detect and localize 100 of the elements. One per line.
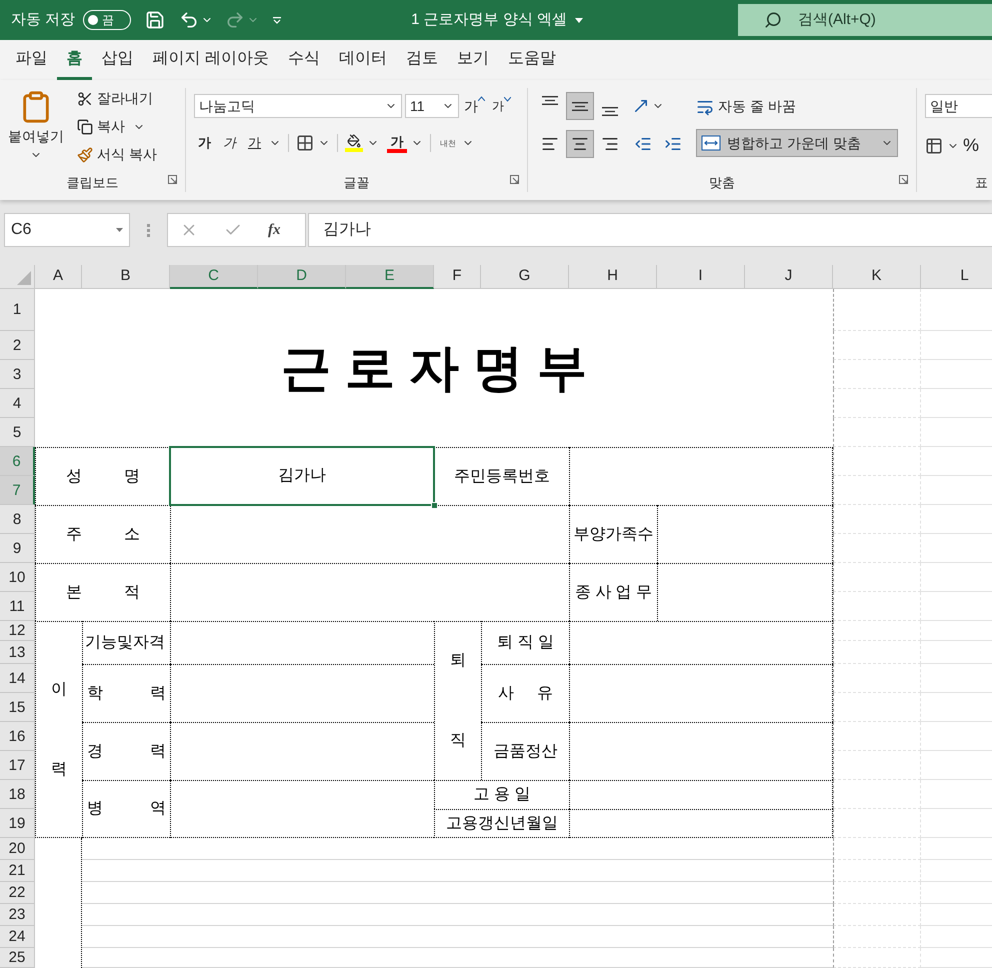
- table-cell[interactable]: [170, 505, 569, 563]
- table-cell[interactable]: [170, 563, 569, 621]
- column-header[interactable]: E: [346, 265, 434, 289]
- font-name-field[interactable]: 나눔고딕: [194, 94, 402, 118]
- row-header[interactable]: 8: [0, 505, 35, 534]
- dialog-launcher-icon[interactable]: [899, 175, 908, 184]
- file-title[interactable]: 1 근로자명부 양식 엑셀: [411, 8, 584, 32]
- format-painter-button[interactable]: 서식 복사: [77, 144, 157, 165]
- table-cell[interactable]: 금품정산: [481, 722, 569, 780]
- column-header[interactable]: L: [921, 265, 992, 289]
- ribbon-tab[interactable]: 파일: [6, 40, 57, 80]
- select-all-button[interactable]: [0, 265, 35, 289]
- table-cell[interactable]: [569, 780, 833, 809]
- table-cell[interactable]: [569, 809, 833, 838]
- insert-function-button[interactable]: fx: [268, 218, 280, 242]
- row-header[interactable]: 4: [0, 389, 35, 418]
- table-cell[interactable]: 본 적: [35, 563, 170, 621]
- increase-indent-icon[interactable]: [664, 135, 682, 153]
- table-cell[interactable]: 종 사 업 무: [569, 563, 657, 621]
- column-header[interactable]: D: [258, 265, 346, 289]
- shrink-font-button[interactable]: 가: [492, 97, 511, 115]
- row-header[interactable]: 1: [0, 289, 35, 331]
- row-header[interactable]: 18: [0, 780, 35, 809]
- ribbon-tab[interactable]: 도움말: [498, 40, 566, 80]
- fill-color-button[interactable]: [345, 134, 363, 152]
- row-header[interactable]: 23: [0, 904, 35, 926]
- row-header[interactable]: 10: [0, 563, 35, 592]
- autosave-toggle[interactable]: 끔: [83, 10, 132, 30]
- table-cell[interactable]: 고용갱신년월일: [434, 809, 569, 838]
- wrap-text-button[interactable]: 자동 줄 바꿈: [696, 96, 898, 117]
- decrease-indent-icon[interactable]: [634, 135, 652, 153]
- table-cell[interactable]: 퇴직: [434, 621, 481, 780]
- row-header[interactable]: 25: [0, 948, 35, 968]
- search-field[interactable]: 검색(Alt+Q): [738, 4, 992, 36]
- table-cell[interactable]: 기능및자격: [82, 621, 170, 664]
- ribbon-tab[interactable]: 페이지 레이아웃: [143, 40, 278, 80]
- vertical-align-button[interactable]: [566, 92, 594, 120]
- row-header[interactable]: 6: [0, 447, 35, 476]
- table-cell[interactable]: 고 용 일: [434, 780, 569, 809]
- copy-button[interactable]: 복사: [77, 116, 125, 137]
- table-cell[interactable]: 병 역: [82, 780, 170, 838]
- column-header[interactable]: C: [170, 265, 258, 289]
- row-header[interactable]: 2: [0, 331, 35, 360]
- table-cell[interactable]: [569, 621, 833, 664]
- merge-center-button[interactable]: 병합하고 가운데 맞춤: [696, 129, 898, 157]
- percent-button[interactable]: %: [963, 132, 980, 159]
- diagonal-arrow-icon[interactable]: [632, 97, 650, 115]
- column-header[interactable]: A: [35, 265, 82, 289]
- table-cell[interactable]: [569, 722, 833, 780]
- table-cell[interactable]: 경 력: [82, 722, 170, 780]
- row-header[interactable]: 20: [0, 838, 35, 860]
- table-cell[interactable]: 학 력: [82, 664, 170, 722]
- row-header[interactable]: 5: [0, 418, 35, 447]
- table-cell[interactable]: [569, 664, 833, 722]
- borders-icon[interactable]: [296, 134, 314, 152]
- row-header[interactable]: 14: [0, 664, 35, 693]
- ribbon-tab[interactable]: 데이터: [329, 40, 396, 80]
- phonetic-button[interactable]: 내천: [438, 138, 458, 148]
- row-header[interactable]: 13: [0, 641, 35, 664]
- column-header[interactable]: I: [657, 265, 745, 289]
- underline-button[interactable]: 가: [244, 133, 265, 153]
- table-cell[interactable]: 사 유: [481, 664, 569, 722]
- ribbon-tab[interactable]: 보기: [447, 40, 498, 80]
- table-cell[interactable]: [170, 621, 434, 664]
- ribbon-tab[interactable]: 수식: [278, 40, 330, 80]
- dialog-launcher-icon[interactable]: [168, 175, 177, 184]
- column-header[interactable]: K: [833, 265, 921, 289]
- ribbon-tab[interactable]: 검토: [396, 40, 448, 80]
- bold-button[interactable]: 가: [194, 133, 215, 153]
- table-cell[interactable]: [657, 505, 833, 563]
- table-cell[interactable]: 성 명: [35, 447, 170, 505]
- undo-icon[interactable]: [179, 10, 200, 30]
- row-header[interactable]: 19: [0, 809, 35, 838]
- italic-button[interactable]: 가: [219, 133, 240, 153]
- customize-toolbar-icon[interactable]: [273, 16, 282, 24]
- cut-button[interactable]: 잘라내기: [77, 88, 157, 109]
- column-header[interactable]: J: [745, 265, 833, 289]
- number-format-field[interactable]: 일반: [925, 94, 992, 118]
- grow-font-button[interactable]: 가: [464, 96, 485, 116]
- row-header[interactable]: 21: [0, 860, 35, 882]
- search-input[interactable]: 검색(Alt+Q): [798, 8, 948, 32]
- font-color-button[interactable]: 가: [387, 134, 407, 152]
- font-size-field[interactable]: 11: [405, 94, 459, 118]
- table-cell[interactable]: [657, 563, 833, 621]
- table-icon[interactable]: [925, 136, 943, 154]
- table-cell[interactable]: 주 소: [35, 505, 170, 563]
- horizontal-align-button[interactable]: [566, 130, 594, 158]
- table-cell[interactable]: 부양가족수: [569, 505, 657, 563]
- row-header[interactable]: 16: [0, 722, 35, 751]
- table-cell[interactable]: [569, 447, 833, 505]
- column-header[interactable]: H: [569, 265, 657, 289]
- save-icon[interactable]: [145, 10, 166, 30]
- table-cell[interactable]: [170, 722, 434, 780]
- ribbon-tab[interactable]: 삽입: [92, 40, 143, 80]
- name-box[interactable]: C6: [4, 213, 130, 247]
- row-header[interactable]: 3: [0, 360, 35, 389]
- formula-field[interactable]: 김가나: [308, 213, 992, 247]
- table-cell[interactable]: [170, 780, 434, 838]
- row-header[interactable]: 11: [0, 592, 35, 621]
- column-header[interactable]: G: [481, 265, 569, 289]
